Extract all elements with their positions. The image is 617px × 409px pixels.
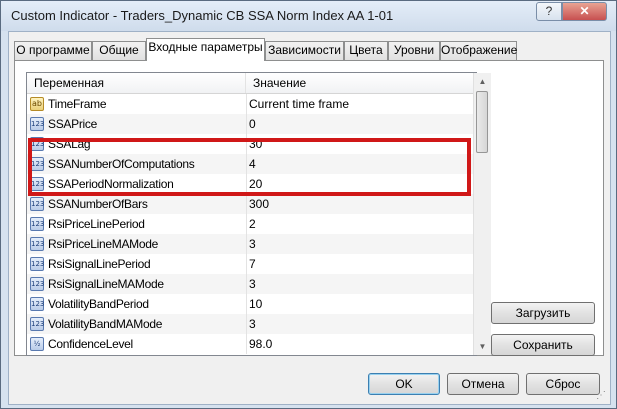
reset-button[interactable]: Сброс [526,373,600,395]
table-row[interactable]: 123 RsiSignalLinePeriod 7 [27,254,476,274]
parameter-value[interactable]: 3 [249,274,256,294]
table-row[interactable]: 123 SSAPrice 0 [27,114,476,134]
column-divider [246,114,247,134]
tab-common[interactable]: Общие [92,41,146,60]
tab-display[interactable]: Отображение [440,41,517,60]
column-divider [246,294,247,314]
parameter-name: VolatilityBandMAMode [48,317,163,331]
string-type-icon: ab [30,97,44,111]
integer-type-icon: 123 [30,257,44,271]
column-divider [246,234,247,254]
parameter-name: SSAPrice [48,117,97,131]
scrollbar-thumb[interactable] [476,91,488,153]
highlight-box [28,138,471,196]
parameter-value[interactable]: 0 [249,114,256,134]
parameter-value[interactable]: 3 [249,234,256,254]
parameter-name: RsiPriceLinePeriod [48,217,145,231]
scroll-down-arrow-icon[interactable]: ▼ [474,338,491,355]
parameter-value[interactable]: 300 [249,194,269,214]
grid-scrollbar[interactable]: ▲ ▼ [473,73,491,355]
tab-inputs[interactable]: Входные параметры [146,38,265,61]
table-row[interactable]: ab TimeFrame Current time frame [27,94,476,114]
table-row[interactable]: 123 SSANumberOfBars 300 [27,194,476,214]
tab-dependencies[interactable]: Зависимости [265,41,344,60]
save-button[interactable]: Сохранить [491,334,595,356]
parameter-name: RsiSignalLineMAMode [48,277,164,291]
window-title: Custom Indicator - Traders_Dynamic CB SS… [11,8,394,23]
dialog-client: О программе Общие Входные параметры Зави… [8,31,611,405]
custom-indicator-dialog: Custom Indicator - Traders_Dynamic CB SS… [0,0,617,409]
title-bar: Custom Indicator - Traders_Dynamic CB SS… [1,1,616,31]
double-type-icon: ½ [30,337,44,351]
parameter-name: SSANumberOfBars [48,197,148,211]
column-divider [246,194,247,214]
parameter-value[interactable]: Current time frame [249,94,349,114]
integer-type-icon: 123 [30,117,44,131]
close-button[interactable]: ✕ [562,2,607,21]
parameter-name: RsiPriceLineMAMode [48,237,158,251]
parameter-value[interactable]: 7 [249,254,256,274]
column-divider [246,214,247,234]
grid-header: Переменная Значение [27,73,476,94]
parameter-value[interactable]: 98.0 [249,334,272,354]
tab-about[interactable]: О программе [14,41,92,60]
parameter-name: RsiSignalLinePeriod [48,257,151,271]
integer-type-icon: 123 [30,297,44,311]
parameters-grid: Переменная Значение ab TimeFrame Current t… [26,72,477,356]
integer-type-icon: 123 [30,317,44,331]
integer-type-icon: 123 [30,197,44,211]
tab-colors[interactable]: Цвета [344,41,388,60]
table-row[interactable]: 123 RsiPriceLinePeriod 2 [27,214,476,234]
parameter-name: VolatilityBandPeriod [48,297,149,311]
table-row[interactable]: 123 RsiSignalLineMAMode 3 [27,274,476,294]
cancel-button[interactable]: Отмена [447,373,519,395]
load-button[interactable]: Загрузить [491,302,595,324]
column-divider [246,254,247,274]
column-divider [246,334,247,354]
resize-grip-icon[interactable]: ⋰ [596,390,608,402]
column-header-variable[interactable]: Переменная [27,73,246,93]
column-divider [246,94,247,114]
parameter-value[interactable]: 3 [249,314,256,334]
table-row[interactable]: 123 RsiPriceLineMAMode 3 [27,234,476,254]
table-row[interactable]: 123 VolatilityBandMAMode 3 [27,314,476,334]
parameter-name: ConfidenceLevel [48,337,133,351]
column-divider [246,274,247,294]
integer-type-icon: 123 [30,217,44,231]
column-divider [246,314,247,334]
ok-button[interactable]: OK [368,373,440,395]
integer-type-icon: 123 [30,277,44,291]
table-row[interactable]: ½ ConfidenceLevel 98.0 [27,334,476,354]
parameter-value[interactable]: 10 [249,294,262,314]
scroll-up-arrow-icon[interactable]: ▲ [474,73,491,90]
integer-type-icon: 123 [30,237,44,251]
tab-levels[interactable]: Уровни [388,41,440,60]
column-header-value[interactable]: Значение [246,73,476,93]
help-button[interactable]: ? [536,2,562,21]
parameter-value[interactable]: 2 [249,214,256,234]
parameter-name: TimeFrame [48,97,107,111]
table-row[interactable]: 123 VolatilityBandPeriod 10 [27,294,476,314]
